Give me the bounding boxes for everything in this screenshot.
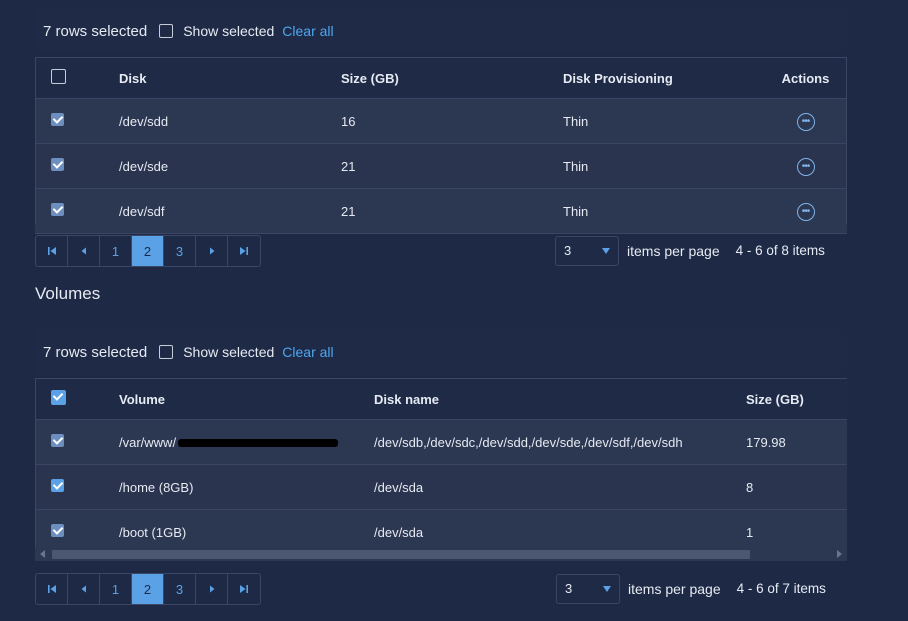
row-checkbox[interactable] xyxy=(51,434,64,447)
row-checkbox[interactable] xyxy=(51,203,64,216)
volumes-selection-bar: 7 rows selected Show selected Clear all xyxy=(35,329,847,375)
prev-page-icon[interactable] xyxy=(68,236,100,266)
volumes-pager: 1 2 3 xyxy=(35,573,261,605)
ipp-label: items per page xyxy=(627,242,720,259)
volumes-selected-count: 7 rows selected xyxy=(43,343,148,361)
page-button-1[interactable]: 1 xyxy=(100,574,132,604)
scroll-right-icon[interactable] xyxy=(837,550,842,558)
more-actions-icon[interactable]: ••• xyxy=(796,157,815,176)
ipp-value: 3 xyxy=(565,581,573,596)
disks-items-per-page-select[interactable]: 3 xyxy=(555,235,619,266)
volumes-show-selected-checkbox[interactable] xyxy=(159,345,174,359)
volume-cell: /home (8GB) xyxy=(118,464,373,510)
size-cell: 21 xyxy=(340,188,562,234)
volumes-select-all-checkbox[interactable] xyxy=(51,390,66,405)
first-page-icon[interactable] xyxy=(36,236,68,266)
prev-page-icon[interactable] xyxy=(68,574,100,604)
disks-selection-bar: 7 rows selected Show selected Clear all xyxy=(35,8,847,54)
volumes-col-size[interactable]: Size (GB) xyxy=(745,378,847,420)
volumes-horizontal-scrollbar[interactable] xyxy=(35,547,847,561)
page-button-2[interactable]: 2 xyxy=(132,236,164,266)
provisioning-cell: Thin xyxy=(562,98,764,144)
volumes-clear-all-link[interactable]: Clear all xyxy=(282,344,333,360)
pager-info: 4 - 6 of 7 items xyxy=(736,581,826,596)
disks-select-all-checkbox[interactable] xyxy=(51,69,66,84)
ipp-value: 3 xyxy=(564,243,572,258)
disks-col-actions: Actions xyxy=(764,57,847,99)
table-row[interactable]: /dev/sde 21 Thin ••• xyxy=(35,143,847,189)
disks-selected-count: 7 rows selected xyxy=(43,22,148,40)
disks-items-per-page: 3 items per page 4 - 6 of 8 items xyxy=(555,235,825,266)
page-button-3[interactable]: 3 xyxy=(164,574,196,604)
size-cell: 8 xyxy=(745,464,847,510)
next-page-icon[interactable] xyxy=(196,574,228,604)
disk-cell: /dev/sdd xyxy=(118,98,340,144)
disks-table: Disk Size (GB) Disk Provisioning Actions… xyxy=(35,57,847,234)
table-row[interactable]: /home (8GB) /dev/sda 8 xyxy=(35,464,847,510)
size-cell: 16 xyxy=(340,98,562,144)
volume-cell: /var/www/ xyxy=(119,434,177,450)
volumes-header-checkbox-cell xyxy=(35,378,118,420)
last-page-icon[interactable] xyxy=(228,236,260,266)
row-checkbox[interactable] xyxy=(51,113,64,126)
more-actions-icon[interactable]: ••• xyxy=(796,202,815,221)
disks-header-checkbox-cell xyxy=(35,57,118,99)
disks-col-size[interactable]: Size (GB) xyxy=(340,57,562,99)
volumes-header-row: Volume Disk name Size (GB) xyxy=(35,378,847,420)
volumes-show-selected-label: Show selected xyxy=(183,344,275,360)
size-cell: 179.98 xyxy=(745,419,847,465)
ipp-label: items per page xyxy=(628,580,721,597)
disk-name-cell: /dev/sda xyxy=(373,464,745,510)
provisioning-cell: Thin xyxy=(562,143,764,189)
table-row[interactable]: /dev/sdf 21 Thin ••• xyxy=(35,188,847,234)
disk-cell: /dev/sdf xyxy=(118,188,340,234)
volumes-table: Volume Disk name Size (GB) /var/www/ /de… xyxy=(35,378,847,555)
page-button-1[interactable]: 1 xyxy=(100,236,132,266)
more-actions-icon[interactable]: ••• xyxy=(796,112,815,131)
disk-cell: /dev/sde xyxy=(118,143,340,189)
volumes-col-disk-name[interactable]: Disk name xyxy=(373,378,745,420)
first-page-icon[interactable] xyxy=(36,574,68,604)
last-page-icon[interactable] xyxy=(228,574,260,604)
chevron-down-icon xyxy=(602,247,610,254)
disks-header-row: Disk Size (GB) Disk Provisioning Actions xyxy=(35,57,847,99)
volumes-section-title: Volumes xyxy=(35,284,101,303)
disk-name-cell: /dev/sdb,/dev/sdc,/dev/sdd,/dev/sde,/dev… xyxy=(373,419,745,465)
size-cell: 21 xyxy=(340,143,562,189)
chevron-down-icon xyxy=(603,585,611,592)
disks-col-provisioning[interactable]: Disk Provisioning xyxy=(562,57,764,99)
disks-clear-all-link[interactable]: Clear all xyxy=(282,23,333,39)
redaction-bar xyxy=(178,439,339,448)
volumes-items-per-page: 3 items per page 4 - 6 of 7 items xyxy=(556,573,826,604)
disks-col-disk[interactable]: Disk xyxy=(118,57,340,99)
volumes-col-volume[interactable]: Volume xyxy=(118,378,373,420)
pager-info: 4 - 6 of 8 items xyxy=(735,243,825,258)
row-checkbox[interactable] xyxy=(51,479,64,492)
disks-pager: 1 2 3 xyxy=(35,235,261,267)
row-checkbox[interactable] xyxy=(51,158,64,171)
disks-show-selected-checkbox[interactable] xyxy=(159,24,174,38)
scrollbar-thumb[interactable] xyxy=(52,550,750,559)
volumes-items-per-page-select[interactable]: 3 xyxy=(556,573,620,604)
table-row[interactable]: /var/www/ /dev/sdb,/dev/sdc,/dev/sdd,/de… xyxy=(35,419,847,465)
provisioning-cell: Thin xyxy=(562,188,764,234)
page-button-3[interactable]: 3 xyxy=(164,236,196,266)
page-button-2[interactable]: 2 xyxy=(132,574,164,604)
table-row[interactable]: /dev/sdd 16 Thin ••• xyxy=(35,98,847,144)
scroll-left-icon[interactable] xyxy=(40,550,45,558)
row-checkbox[interactable] xyxy=(51,524,64,537)
next-page-icon[interactable] xyxy=(196,236,228,266)
disks-show-selected-label: Show selected xyxy=(183,23,275,39)
